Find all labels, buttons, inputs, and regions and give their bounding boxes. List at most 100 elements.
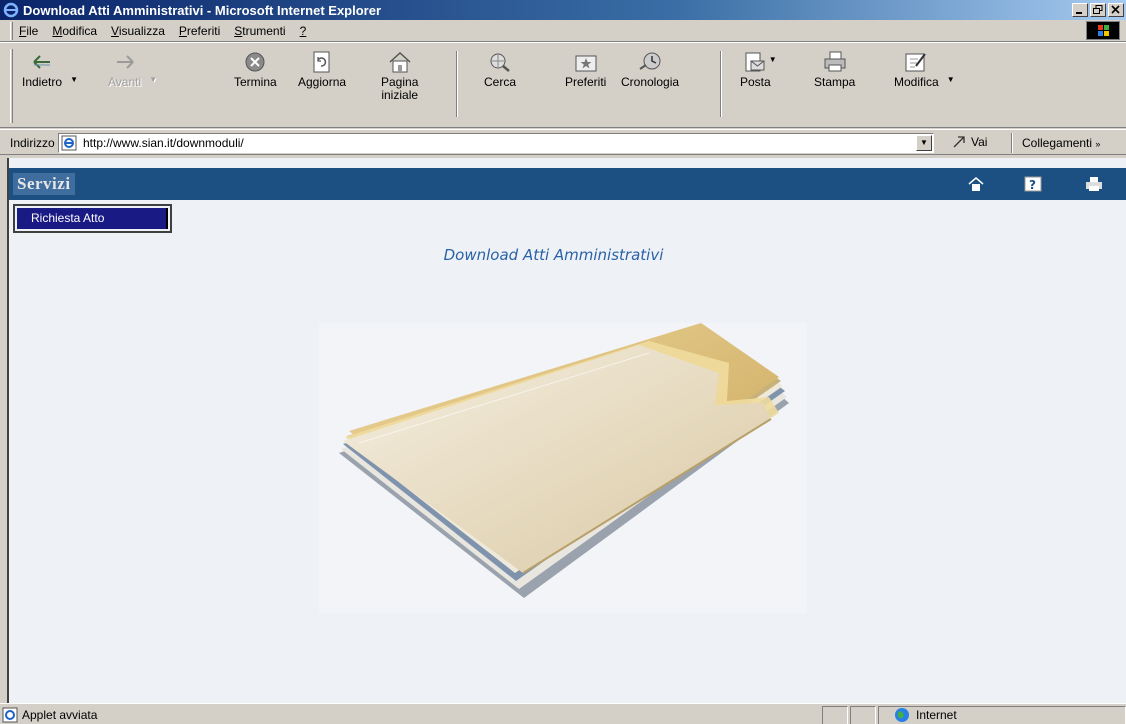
maximize-button[interactable] — [1090, 3, 1106, 17]
back-label: Indietro — [22, 75, 63, 89]
print-label: Stampa — [814, 75, 856, 89]
ie-logo-icon — [3, 2, 19, 18]
links-separator — [1011, 133, 1013, 153]
go-arrow-icon — [953, 136, 965, 148]
go-button[interactable]: Vai — [952, 135, 987, 149]
back-arrow-icon — [33, 55, 51, 69]
go-label: Vai — [971, 135, 988, 149]
richiesta-atto-button[interactable]: Richiesta Atto — [17, 208, 168, 229]
menu-modifica[interactable]: Modifica — [52, 24, 97, 38]
menu-file[interactable]: File — [19, 24, 38, 38]
status-panel — [850, 706, 876, 724]
history-button[interactable]: Cronologia — [621, 51, 679, 89]
search-globe-icon — [490, 53, 510, 72]
help-icon[interactable]: ? — [1024, 176, 1042, 192]
stop-button[interactable]: Termina — [234, 51, 277, 89]
forward-button[interactable]: Avanti ▼ — [108, 51, 157, 89]
svg-text:?: ? — [1029, 178, 1036, 192]
internet-globe-icon — [895, 708, 909, 722]
favorites-folder-icon — [575, 55, 597, 72]
refresh-label: Aggiorna — [298, 75, 347, 89]
links-button[interactable]: Collegamenti » — [1022, 136, 1100, 150]
home-icon[interactable] — [967, 176, 985, 192]
menu-visualizza-label: isualizza — [118, 23, 165, 38]
status-message: Applet avviata — [22, 708, 98, 722]
menu-file-label: ile — [26, 23, 39, 38]
menu-strumenti[interactable]: Strumenti — [234, 24, 285, 38]
search-label: Cerca — [484, 75, 517, 89]
mail-button[interactable]: Posta ▼ — [740, 51, 777, 89]
menu-visualizza-mnemonic: V — [111, 23, 119, 38]
page-title: Download Atti Amministrativi — [443, 246, 664, 264]
stop-icon — [245, 52, 265, 72]
edit-icon — [905, 53, 927, 72]
refresh-button[interactable]: Aggiorna — [298, 51, 346, 89]
address-dropdown-icon[interactable]: ▼ — [916, 135, 932, 151]
address-input[interactable]: http://www.sian.it/downmoduli/ ▼ — [58, 133, 934, 153]
forward-label: Avanti — [108, 75, 142, 89]
document-folders-image — [319, 323, 807, 613]
history-icon — [639, 52, 661, 70]
menu-preferiti-label: referiti — [186, 23, 221, 38]
restore-icon — [1093, 5, 1103, 14]
status-message-area: Applet avviata — [2, 707, 97, 723]
security-zone: Internet — [894, 707, 957, 723]
printer-icon — [824, 51, 846, 72]
mail-label: Posta — [740, 75, 771, 89]
forward-arrow-icon — [116, 55, 134, 69]
close-button[interactable] — [1108, 3, 1124, 17]
edit-button[interactable]: Modifica ▼ — [894, 51, 955, 89]
toolbar-separator — [720, 51, 722, 117]
browser-window: Download Atti Amministrativi - Microsoft… — [0, 0, 1126, 724]
toolbar-separator — [456, 51, 458, 117]
zone-label: Internet — [916, 708, 957, 722]
edit-label: Modifica — [894, 75, 939, 89]
menu-strumenti-label: trumenti — [242, 23, 286, 38]
toolbar-grip[interactable] — [10, 49, 13, 123]
refresh-icon — [313, 51, 330, 73]
menu-help-mnemonic: ? — [299, 23, 307, 38]
favorites-label: Preferiti — [565, 75, 607, 89]
menu-modifica-label: odifica — [62, 23, 98, 38]
print-button[interactable]: Stampa — [814, 51, 855, 89]
close-icon — [1111, 5, 1120, 14]
status-panel — [822, 706, 848, 724]
menu-help[interactable]: ? — [300, 24, 307, 38]
site-brand: Servizi — [13, 173, 75, 195]
title-bar: Download Atti Amministrativi - Microsoft… — [0, 0, 1126, 20]
menu-modifica-mnemonic: M — [52, 23, 63, 38]
stop-label: Termina — [234, 75, 277, 89]
service-menu: Richiesta Atto — [13, 204, 172, 233]
page-content: Servizi ? Richiesta Atto Download Atti A… — [7, 158, 1126, 703]
printer-icon[interactable] — [1085, 176, 1103, 192]
menu-preferiti[interactable]: Preferiti — [179, 24, 220, 38]
menu-preferiti-mnemonic: P — [178, 23, 187, 38]
links-more-icon: » — [1095, 139, 1101, 149]
page-status-icon — [2, 707, 18, 723]
history-label: Cronologia — [621, 75, 680, 89]
links-label: Collegamenti — [1022, 136, 1093, 150]
menubar-grip[interactable] — [10, 21, 13, 40]
page-icon — [61, 135, 77, 151]
back-button[interactable]: Indietro ▼ — [22, 51, 78, 89]
search-button[interactable]: Cerca — [484, 51, 516, 89]
home-label-line2: iniziale — [381, 88, 419, 102]
minimize-icon — [1076, 12, 1082, 14]
home-button[interactable]: Pagina iniziale — [381, 51, 418, 102]
status-bar: Applet avviata Internet — [0, 703, 1126, 724]
menu-visualizza[interactable]: Visualizza — [111, 24, 165, 38]
favorites-button[interactable]: Preferiti — [565, 51, 606, 89]
standard-toolbar: Indietro ▼ Avanti ▼ Termina Aggiorna Pag… — [0, 42, 1126, 128]
address-url: http://www.sian.it/downmoduli/ — [83, 136, 244, 150]
minimize-button[interactable] — [1072, 3, 1088, 17]
menu-bar: File Modifica Visualizza Preferiti Strum… — [0, 20, 1126, 42]
site-header: Servizi ? — [9, 168, 1126, 200]
home-icon — [389, 51, 411, 73]
mail-icon — [745, 52, 765, 72]
back-dropdown-icon[interactable]: ▼ — [70, 73, 78, 86]
edit-dropdown-icon[interactable]: ▼ — [947, 73, 955, 86]
forward-dropdown-icon[interactable]: ▼ — [149, 73, 157, 86]
mail-dropdown-icon[interactable]: ▼ — [769, 53, 777, 66]
address-label: Indirizzo — [10, 136, 55, 150]
windows-logo-icon — [1086, 21, 1120, 40]
